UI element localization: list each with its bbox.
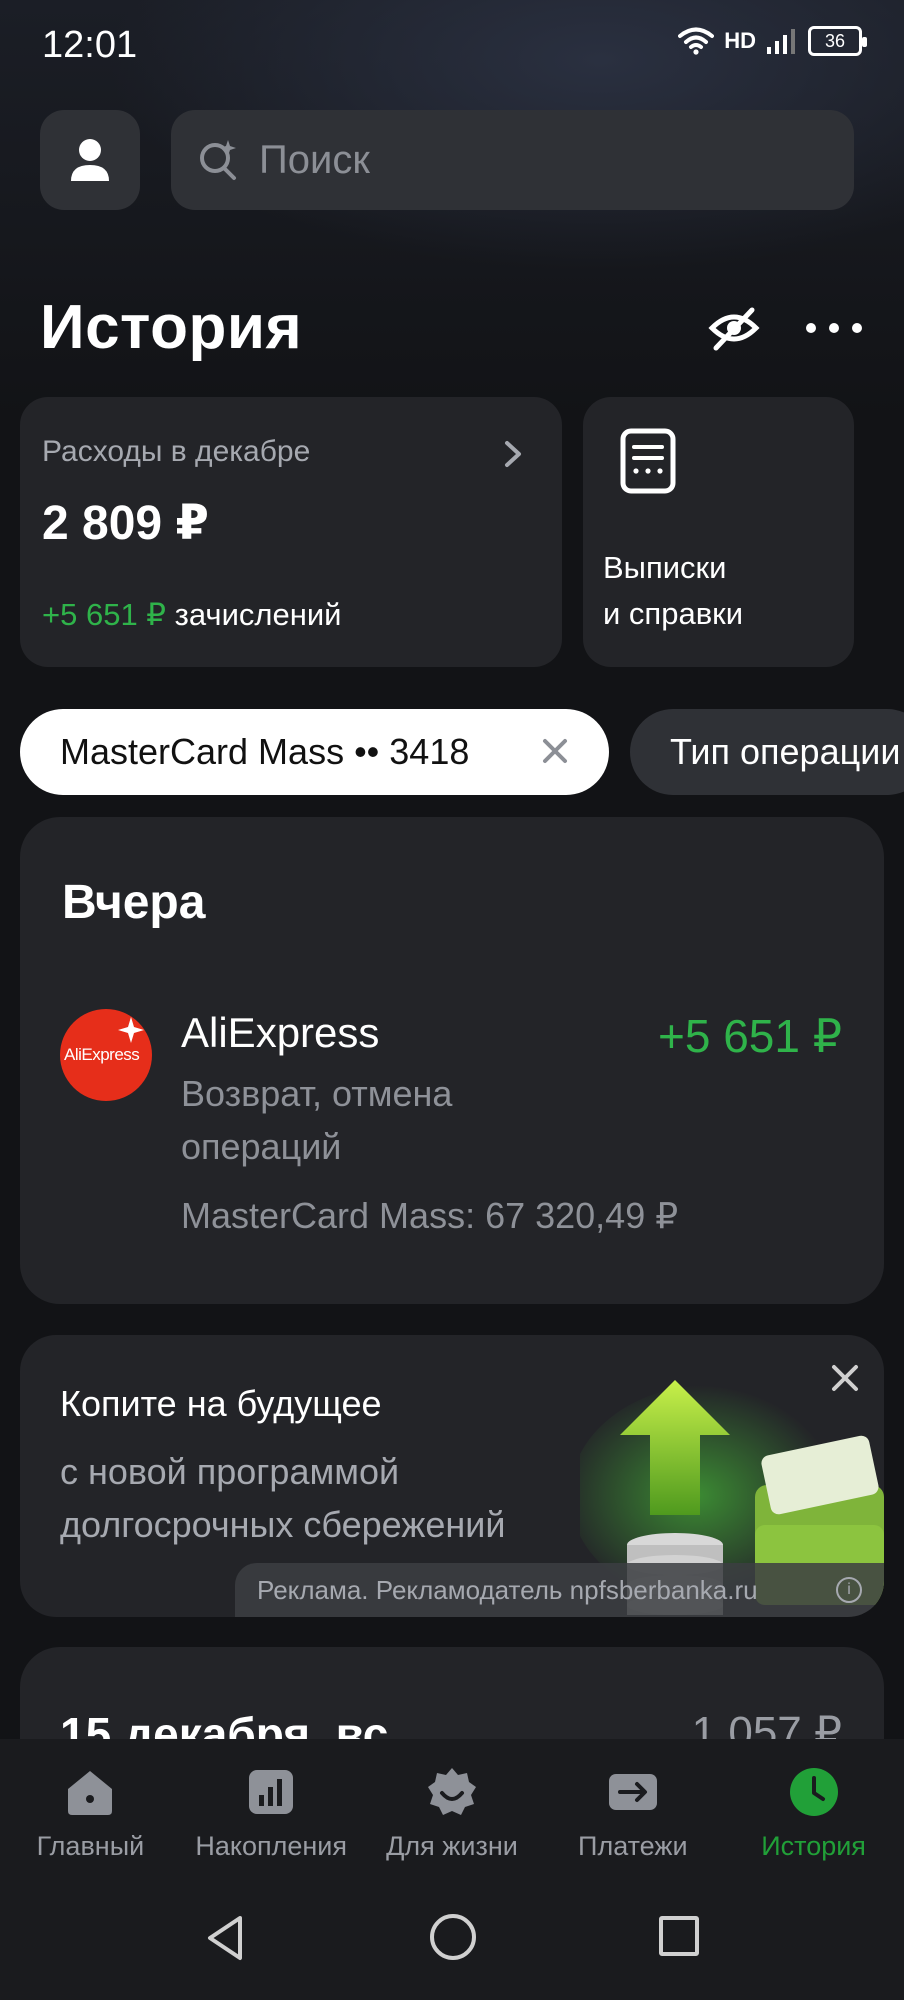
card-filter-chip[interactable]: MasterCard Mass •• 3418: [20, 709, 609, 795]
system-navigation-bar: [0, 1876, 904, 2000]
signal-icon: [767, 29, 795, 54]
nav-item-payments[interactable]: Платежи: [542, 1739, 723, 1876]
document-icon: [620, 428, 676, 494]
status-bar: 12:01 HD 36: [0, 0, 904, 90]
nav-label: Платежи: [578, 1831, 688, 1861]
more-dot-icon: [852, 323, 862, 333]
expense-title: Расходы в декабре: [42, 435, 311, 468]
expense-summary-card[interactable]: Расходы в декабре 2 809 ₽ +5 651 ₽ зачис…: [20, 397, 562, 667]
status-time: 12:01: [42, 24, 138, 66]
transaction-description: Возврат, отмена операций: [181, 1073, 453, 1167]
group-day-title: Вчера: [62, 876, 206, 929]
operation-type-label: Тип операции: [670, 731, 901, 772]
card-filter-label: MasterCard Mass •• 3418: [60, 731, 470, 772]
merchant-name: AliExpress: [181, 1009, 380, 1056]
hide-balance-button[interactable]: [706, 300, 762, 356]
more-dot-icon: [829, 323, 839, 333]
income-label: зачислений: [174, 597, 342, 632]
sparkle-icon: [118, 1017, 144, 1043]
statements-line2: и справки: [603, 596, 744, 631]
ad-title: Копите на будущее: [60, 1383, 382, 1424]
more-dot-icon: [806, 323, 816, 333]
search-icon: [200, 140, 236, 180]
smile-icon: [427, 1768, 476, 1815]
chevron-right-icon: [505, 441, 521, 467]
income-summary: +5 651 ₽ зачислений: [42, 597, 341, 633]
wifi-icon: [678, 27, 715, 55]
close-icon[interactable]: [828, 1361, 862, 1395]
network-type: HD: [724, 28, 756, 53]
page-title: История: [40, 293, 303, 362]
nav-label: Главный: [36, 1831, 145, 1861]
bottom-navigation: Главный Накопления Для жизни Платежи Ист…: [0, 1739, 904, 1876]
nav-item-savings[interactable]: Накопления: [181, 1739, 362, 1876]
nav-item-home[interactable]: Главный: [0, 1739, 181, 1876]
chart-icon: [249, 1770, 294, 1814]
nav-label: Накопления: [195, 1831, 348, 1861]
merchant-logo: AliExpress: [60, 1009, 152, 1101]
nav-item-life[interactable]: Для жизни: [362, 1739, 543, 1876]
info-icon[interactable]: i: [836, 1577, 862, 1603]
search-placeholder: Поиск: [259, 137, 370, 182]
statements-line1: Выписки: [603, 550, 727, 585]
card-balance: MasterCard Mass: 67 320,49 ₽: [181, 1195, 679, 1236]
close-icon[interactable]: [535, 731, 575, 771]
merchant-logo-text: AliExpress: [64, 1045, 140, 1064]
expense-amount: 2 809 ₽: [42, 497, 209, 550]
transfer-icon: [608, 1774, 657, 1810]
statements-card[interactable]: Выписки и справки: [583, 397, 854, 667]
statements-label: Выписки и справки: [603, 545, 743, 637]
ad-subtitle: с новой программой долгосрочных сбережен…: [60, 1451, 506, 1545]
user-icon: [71, 139, 109, 181]
more-options-button[interactable]: [806, 310, 862, 346]
nav-label: Для жизни: [386, 1831, 518, 1861]
back-icon[interactable]: [200, 1912, 252, 1964]
search-input[interactable]: Поиск: [171, 110, 854, 210]
ad-disclaimer: Реклама. Рекламодатель npfsberbanka.ru i: [235, 1563, 884, 1617]
recent-apps-icon[interactable]: [659, 1916, 699, 1956]
ad-disclaimer-text: Реклама. Рекламодатель npfsberbanka.ru: [257, 1574, 758, 1605]
clock-icon: [789, 1768, 838, 1816]
transaction-amount: +5 651 ₽: [657, 1010, 842, 1062]
transactions-group-card: Вчера AliExpress AliExpress +5 651 ₽ Воз…: [20, 817, 884, 1304]
home-icon: [68, 1771, 113, 1815]
income-amount: +5 651 ₽: [42, 597, 167, 632]
nav-item-history[interactable]: История: [723, 1739, 904, 1876]
battery-icon: 36: [808, 26, 867, 56]
operation-type-filter-chip[interactable]: Тип операции: [630, 709, 904, 795]
nav-label: История: [761, 1831, 866, 1861]
eye-off-icon: [708, 307, 760, 351]
profile-button[interactable]: [40, 110, 140, 210]
ad-banner[interactable]: Копите на будущее с новой программой дол…: [20, 1335, 884, 1617]
status-icons: HD 36: [678, 26, 867, 56]
home-circle-icon[interactable]: [430, 1914, 476, 1960]
